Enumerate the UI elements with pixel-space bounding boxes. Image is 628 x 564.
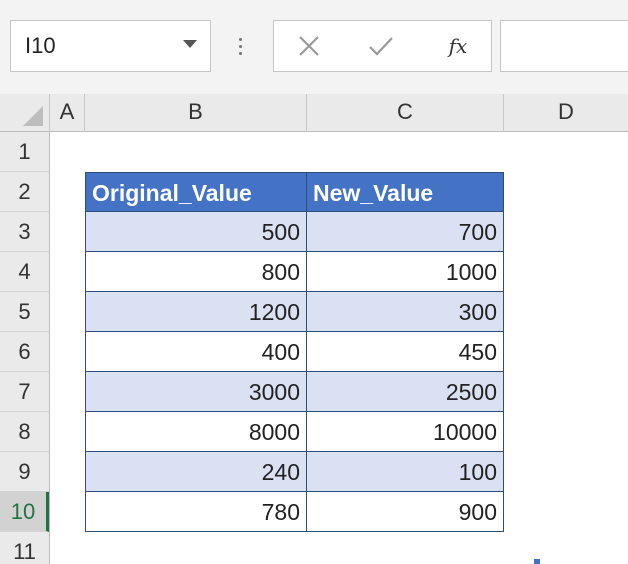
row-header-11[interactable]: 11 [0,532,49,564]
header-cell-original-value[interactable]: Original_Value [85,172,307,212]
table-row: 240 100 [85,452,504,492]
new-value-cell[interactable]: 1000 [307,252,504,292]
column-header-d[interactable]: D [504,94,628,132]
row-header-1[interactable]: 1 [0,132,49,172]
original-value-cell[interactable]: 3000 [85,372,307,412]
row-header-10[interactable]: 10 [0,492,49,532]
original-value-cell[interactable]: 400 [85,332,307,372]
table-row: 400 450 [85,332,504,372]
header-cell-new-value[interactable]: New_Value [307,172,504,212]
table-row: 1200 300 [85,292,504,332]
original-value-cell[interactable]: 240 [85,452,307,492]
new-value-cell[interactable]: 900 [307,492,504,532]
column-headers: A B C D [0,94,628,132]
new-value-cell[interactable]: 450 [307,332,504,372]
table-row: 780 900 [85,492,504,532]
new-value-cell[interactable]: 700 [307,212,504,252]
cancel-icon[interactable] [294,31,324,61]
row-header-5[interactable]: 5 [0,292,49,332]
table-row: 8000 10000 [85,412,504,452]
table-header-row: Original_Value New_Value [85,172,504,212]
table-row: 500 700 [85,212,504,252]
table-resize-handle[interactable] [534,559,540,564]
dropdown-arrow-icon[interactable] [183,40,197,48]
more-options-icon[interactable] [236,32,246,60]
original-value-cell[interactable]: 500 [85,212,307,252]
new-value-cell[interactable]: 300 [307,292,504,332]
row-headers: 1 2 3 4 5 6 7 8 9 10 11 [0,132,50,564]
insert-function-icon[interactable]: fx [440,29,476,63]
row-header-2[interactable]: 2 [0,172,49,212]
name-box[interactable]: I10 [10,20,211,72]
row-header-4[interactable]: 4 [0,252,49,292]
new-value-cell[interactable]: 100 [307,452,504,492]
new-value-cell[interactable]: 2500 [307,372,504,412]
column-header-b[interactable]: B [85,94,307,132]
formula-input[interactable] [500,20,628,72]
formula-buttons: fx [273,20,492,72]
original-value-cell[interactable]: 8000 [85,412,307,452]
new-value-cell[interactable]: 10000 [307,412,504,452]
table-row: 800 1000 [85,252,504,292]
name-box-value: I10 [25,33,56,58]
column-header-c[interactable]: C [307,94,504,132]
row-header-8[interactable]: 8 [0,412,49,452]
worksheet-grid[interactable]: Original_Value New_Value 500 700 800 100… [50,132,628,564]
row-header-9[interactable]: 9 [0,452,49,492]
original-value-cell[interactable]: 800 [85,252,307,292]
original-value-cell[interactable]: 780 [85,492,307,532]
formula-bar: I10 fx [0,0,628,94]
row-header-3[interactable]: 3 [0,212,49,252]
column-header-a[interactable]: A [50,94,85,132]
row-header-7[interactable]: 7 [0,372,49,412]
row-header-6[interactable]: 6 [0,332,49,372]
select-all-icon[interactable] [0,94,50,132]
table-row: 3000 2500 [85,372,504,412]
enter-check-icon[interactable] [366,31,396,61]
original-value-cell[interactable]: 1200 [85,292,307,332]
